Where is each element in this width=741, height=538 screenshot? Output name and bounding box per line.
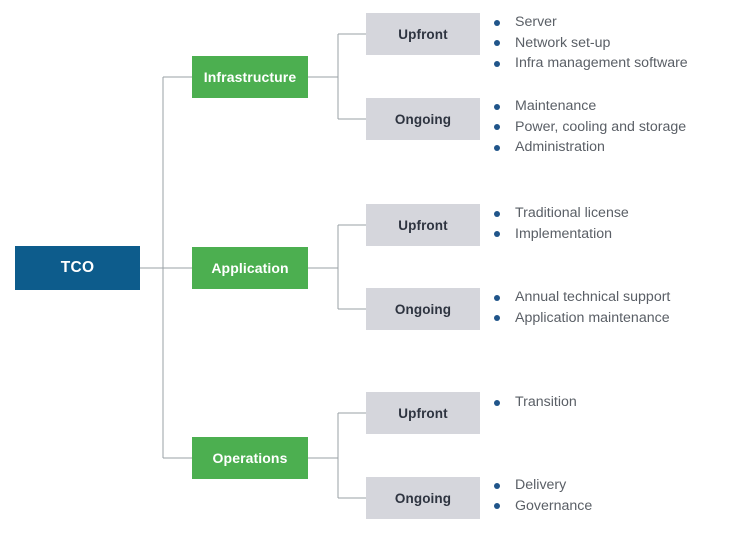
bullet-dot-icon [494,231,500,237]
list-item: Network set-up [491,33,688,54]
node-phase-application-upfront[interactable]: Upfront [366,204,480,246]
node-category-operations[interactable]: Operations [192,437,308,479]
node-tco-root-label: TCO [60,259,95,276]
list-item: Maintenance [491,96,686,117]
node-phase-application-ongoing[interactable]: Ongoing [366,288,480,330]
list-infrastructure-ongoing: Maintenance Power, cooling and storage A… [491,96,686,158]
list-item: Transition [491,392,577,413]
bullet-dot-icon [494,103,500,110]
bullet-dot-icon [494,144,500,151]
list-item: Traditional license [491,203,629,224]
node-category-infrastructure[interactable]: Infrastructure [192,56,308,98]
list-item-label: Network set-up [515,34,611,51]
node-phase-infrastructure-upfront[interactable]: Upfront [366,13,480,55]
node-phase-operations-upfront[interactable]: Upfront [366,392,480,434]
list-item: Annual technical support [491,287,670,308]
list-item-label: Annual technical support [515,289,671,305]
bullet-dot-icon [494,482,500,489]
bullet-dot-icon [494,124,500,130]
list-item: Administration [491,137,686,158]
list-item-label: Implementation [515,225,612,242]
list-item-label: Delivery [515,477,567,493]
bullet-dot-icon [494,19,500,26]
node-phase-infrastructure-upfront-label: Upfront [398,26,448,42]
list-item-label: Server [515,14,557,30]
bullet-dot-icon [494,40,500,46]
node-phase-application-ongoing-label: Ongoing [394,301,452,317]
list-operations-ongoing: Delivery Governance [491,475,592,516]
bullet-dot-icon [494,399,500,406]
list-item: Power, cooling and storage [491,117,686,138]
node-phase-operations-ongoing-label: Ongoing [394,490,452,506]
list-application-upfront: Traditional license Implementation [491,203,629,244]
list-item-label: Application maintenance [515,309,670,326]
bullet-dot-icon [494,294,500,301]
list-item-label: Administration [515,139,605,155]
node-phase-operations-upfront-label: Upfront [398,405,448,421]
list-operations-upfront: Transition [491,392,577,413]
tco-breakdown-diagram: TCO Infrastructure Upfront Server Networ… [0,0,741,538]
bullet-dot-icon [494,503,500,509]
node-phase-infrastructure-ongoing[interactable]: Ongoing [366,98,480,140]
list-item-label: Traditional license [515,205,629,221]
node-category-infrastructure-label: Infrastructure [203,69,297,85]
node-phase-application-upfront-label: Upfront [398,217,448,233]
node-category-application[interactable]: Application [192,247,308,289]
bullet-dot-icon [494,60,500,67]
list-item: Delivery [491,475,592,496]
list-item-label: Maintenance [515,98,597,114]
bullet-dot-icon [494,210,500,217]
bullet-dot-icon [494,315,500,321]
node-phase-operations-ongoing[interactable]: Ongoing [366,477,480,519]
list-item-label: Transition [515,394,577,410]
list-infrastructure-upfront: Server Network set-up Infra management s… [491,12,688,74]
list-item-label: Power, cooling and storage [515,118,687,135]
list-item-label: Infra management software [515,55,688,71]
list-application-ongoing: Annual technical support Application mai… [491,287,670,328]
node-category-operations-label: Operations [212,450,288,466]
node-tco-root[interactable]: TCO [15,246,140,290]
node-phase-infrastructure-ongoing-label: Ongoing [394,111,452,127]
list-item: Application maintenance [491,308,670,329]
list-item: Infra management software [491,53,688,74]
list-item: Server [491,12,688,33]
list-item: Governance [491,496,592,517]
list-item-label: Governance [515,497,593,514]
node-category-application-label: Application [211,260,289,276]
list-item: Implementation [491,224,629,245]
